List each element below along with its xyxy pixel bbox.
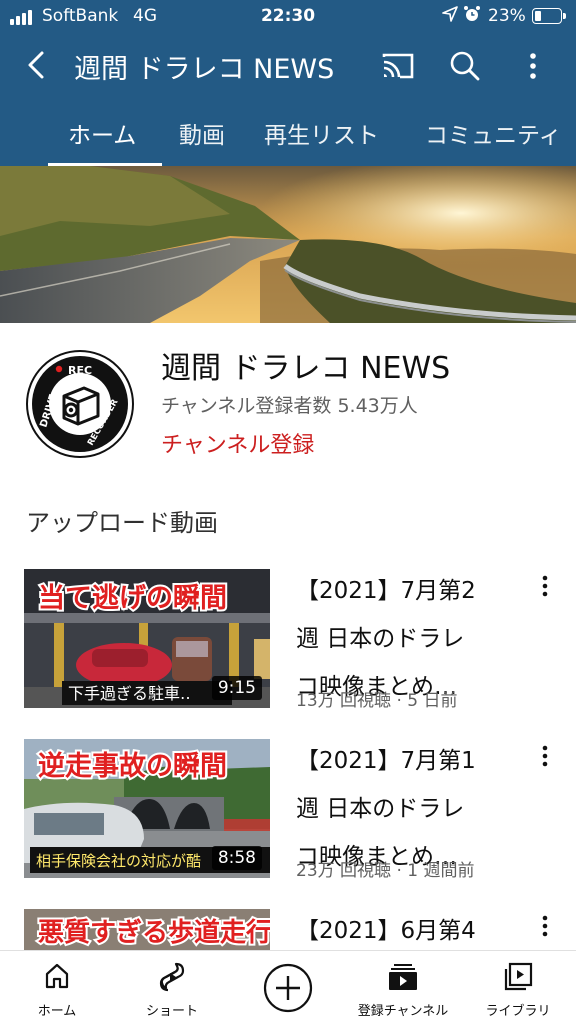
tab-home[interactable]: ホーム: [68, 116, 136, 150]
battery-percent: 23%: [488, 6, 526, 26]
video-meta: 13万 回視聴 · 5 日前: [296, 691, 458, 711]
thumb-headline: 逆走事故の瞬間: [38, 750, 227, 782]
nav-library-label: ライブラリ: [485, 1004, 551, 1019]
video-more-icon[interactable]: [533, 571, 557, 601]
video-title-line: 週 日本のドラレ: [296, 626, 465, 652]
tab-playlists[interactable]: 再生リスト: [264, 116, 379, 150]
nav-shorts-label: ショート: [145, 1004, 198, 1019]
video-thumbnail[interactable]: 逆走事故の瞬間 相手保険会社の対応が酷 8:58: [24, 739, 270, 878]
video-title-line: 【2021】7月第1: [296, 748, 476, 774]
channel-avatar[interactable]: REC DRIVE RECORDER: [26, 350, 134, 458]
subscribe-button[interactable]: チャンネル登録: [161, 427, 314, 459]
avatar-rec-text: REC: [68, 364, 92, 377]
nav-create[interactable]: [243, 951, 333, 1024]
channel-name: 週間 ドラレコ NEWS: [161, 351, 451, 386]
channel-tabs: ホーム 動画 再生リスト コミュニティ: [0, 96, 576, 166]
video-title[interactable]: 【2021】6月第4: [296, 909, 518, 950]
channel-banner: [0, 166, 576, 323]
video-title-line: 【2021】7月第2: [296, 578, 476, 604]
create-plus-icon: [263, 963, 313, 1017]
video-meta: 23万 回視聴 · 1 週間前: [296, 861, 475, 881]
thumb-caption: 下手過ぎる駐車‥: [68, 684, 191, 703]
nav-home-label: ホーム: [37, 1004, 77, 1019]
dashcam-icon: [62, 386, 100, 426]
location-arrow-icon: [442, 6, 458, 26]
video-more-icon[interactable]: [533, 741, 557, 771]
video-title-line: 週 日本のドラレ: [296, 796, 465, 822]
video-item[interactable]: 逆走事故の瞬間 相手保険会社の対応が酷 8:58 【2021】7月第1 週 日本…: [0, 739, 576, 889]
search-icon[interactable]: [447, 48, 483, 84]
thumb-headline: 当て逃げの瞬間: [38, 583, 227, 614]
nav-subscriptions[interactable]: 登録チャンネル: [348, 951, 458, 1024]
home-icon: [42, 961, 72, 995]
video-more-icon[interactable]: [533, 911, 557, 941]
video-thumbnail[interactable]: 悪質すぎる歩道走行: [24, 909, 270, 950]
bottom-navigation: ホーム ショート 登録チャンネル ライブラリ: [0, 950, 576, 1024]
channel-title: 週間 ドラレコ NEWS: [74, 54, 335, 85]
app-bar: 週間 ドラレコ NEWS: [0, 34, 576, 96]
video-duration: 8:58: [211, 846, 262, 870]
shorts-icon: [157, 961, 187, 997]
uploads-section-title: アップロード動画: [26, 509, 218, 537]
thumb-headline: 悪質すぎる歩道走行: [38, 917, 270, 948]
cast-icon[interactable]: [380, 48, 416, 84]
more-vertical-icon[interactable]: [515, 48, 551, 84]
library-icon: [502, 961, 534, 997]
tab-community[interactable]: コミュニティ: [425, 116, 562, 150]
back-chevron-icon[interactable]: [20, 48, 54, 82]
video-item[interactable]: 当て逃げの瞬間 下手過ぎる駐車‥ 9:15 【2021】7月第2 週 日本のドラ…: [0, 569, 576, 719]
nav-subscriptions-label: 登録チャンネル: [357, 1004, 449, 1019]
subscriber-count: チャンネル登録者数 5.43万人: [161, 395, 418, 417]
nav-home[interactable]: ホーム: [12, 951, 102, 1024]
battery-icon: [532, 8, 566, 24]
alarm-clock-icon: [463, 5, 481, 27]
thumb-caption: 相手保険会社の対応が酷: [36, 852, 201, 870]
nav-library[interactable]: ライブラリ: [472, 951, 564, 1024]
video-item[interactable]: 悪質すぎる歩道走行 【2021】6月第4: [0, 909, 576, 950]
video-duration: 9:15: [211, 676, 262, 700]
nav-shorts[interactable]: ショート: [127, 951, 217, 1024]
status-bar: SoftBank 4G 22:30 23%: [0, 0, 576, 34]
video-thumbnail[interactable]: 当て逃げの瞬間 下手過ぎる駐車‥ 9:15: [24, 569, 270, 708]
video-title-line: 【2021】6月第4: [296, 918, 476, 944]
subscriptions-icon: [387, 961, 419, 997]
tab-videos[interactable]: 動画: [179, 116, 225, 150]
